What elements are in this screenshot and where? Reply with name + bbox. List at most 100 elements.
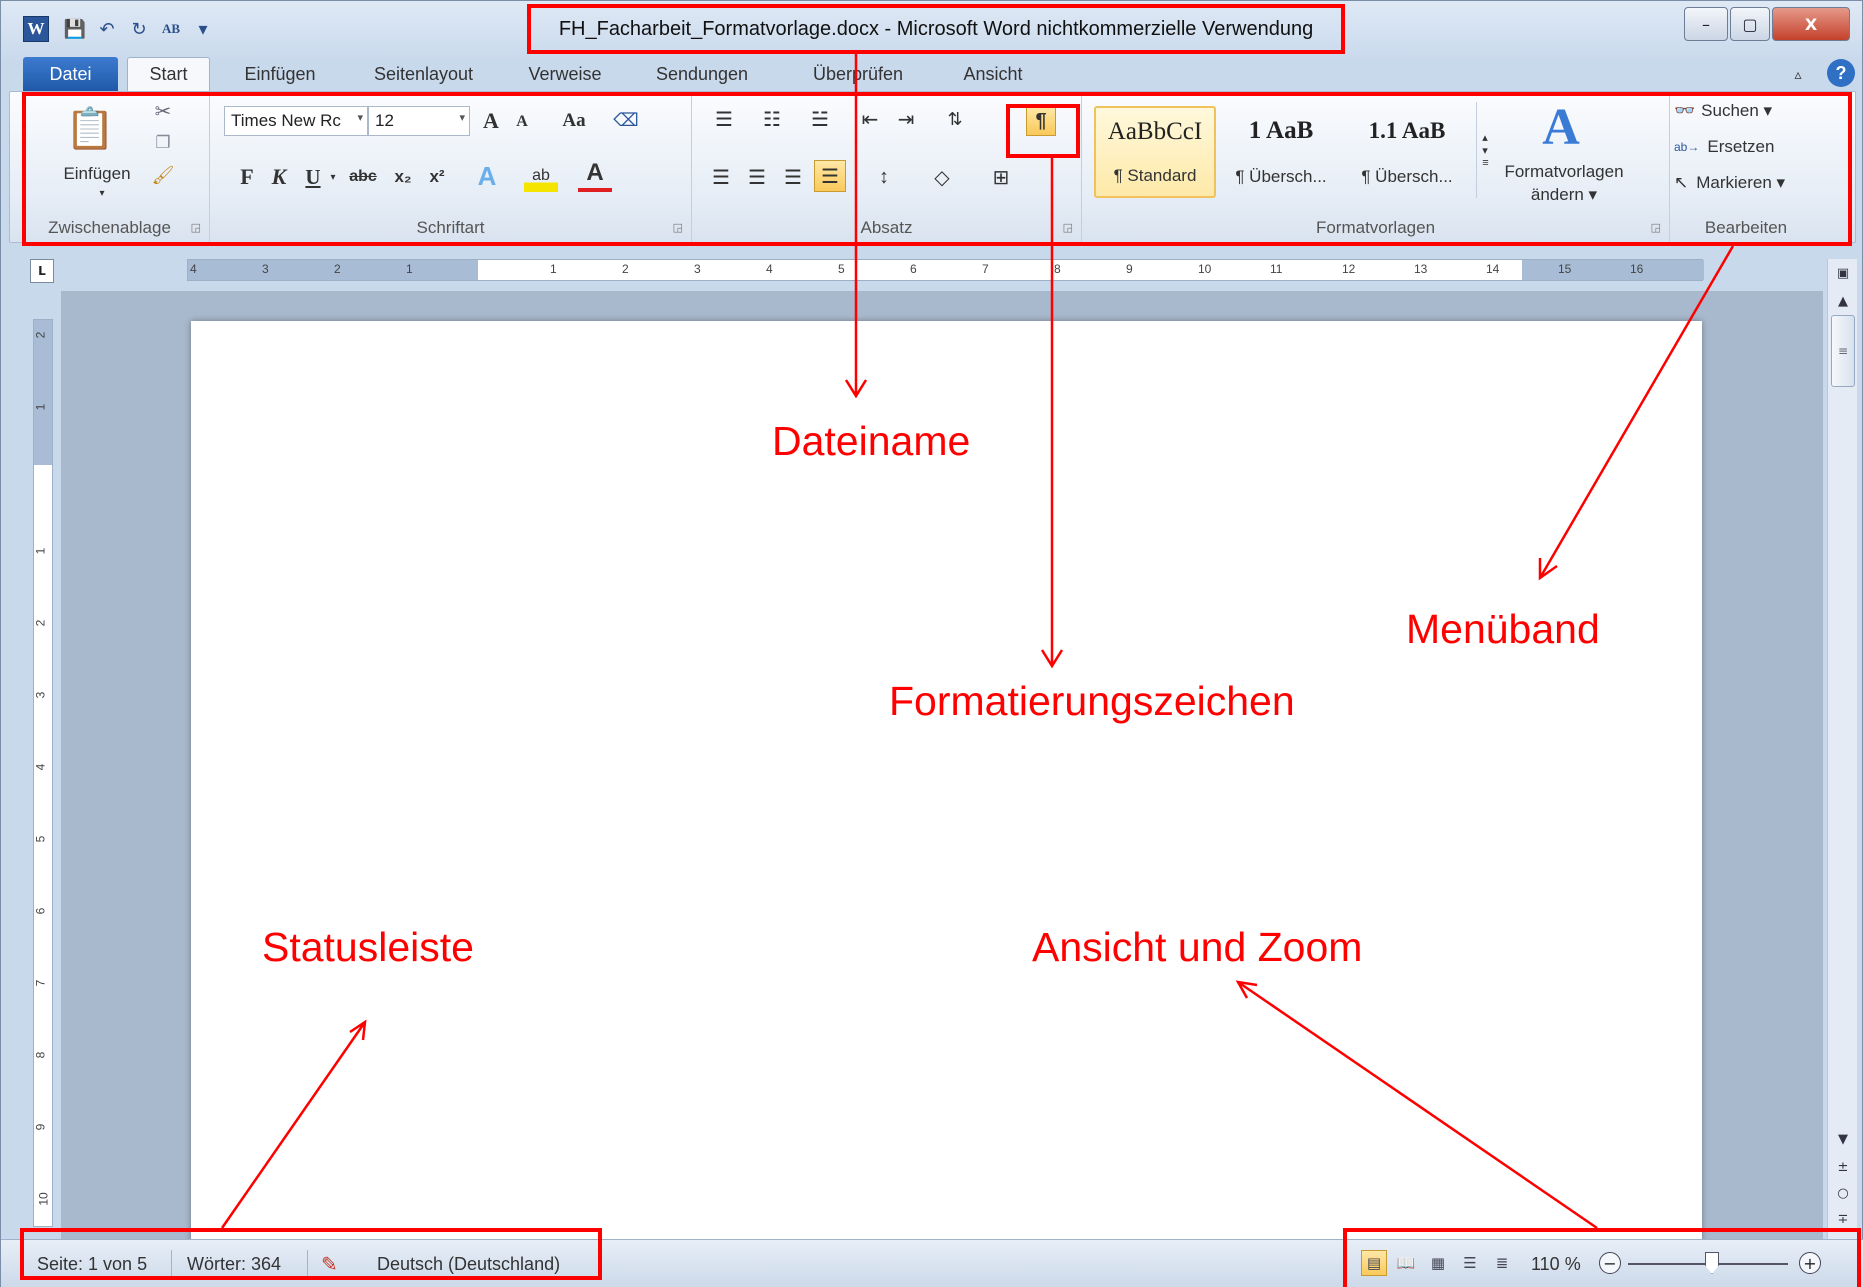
outline-icon[interactable]: ☰ bbox=[1457, 1250, 1483, 1276]
decrease-indent-icon[interactable]: ⇤ bbox=[854, 104, 886, 134]
font-launcher-icon[interactable]: ◲ bbox=[673, 221, 683, 234]
scroll-thumb[interactable]: ≡ bbox=[1831, 315, 1855, 387]
tab-selector[interactable]: L bbox=[30, 259, 54, 283]
clipboard-launcher-icon[interactable]: ◲ bbox=[191, 221, 201, 234]
shading-icon[interactable]: ◇ bbox=[918, 162, 966, 192]
paste-dropdown-icon[interactable]: ▾ bbox=[92, 186, 112, 200]
zoom-slider-thumb[interactable] bbox=[1705, 1252, 1719, 1274]
ruler-toggle-icon[interactable]: ▣ bbox=[1831, 261, 1855, 285]
tab-file[interactable]: Datei bbox=[23, 57, 118, 91]
font-color-button[interactable]: A bbox=[578, 158, 612, 192]
paragraph-launcher-icon[interactable]: ◲ bbox=[1063, 221, 1073, 234]
tab-layout[interactable]: Seitenlayout bbox=[356, 57, 491, 91]
zoom-level[interactable]: 110 % bbox=[1531, 1250, 1581, 1278]
numbering-icon[interactable]: ☷ bbox=[752, 104, 792, 134]
line-spacing-icon[interactable]: ↕ bbox=[864, 162, 904, 192]
sort-icon[interactable]: ⇅ bbox=[938, 104, 972, 134]
style-heading-2[interactable]: 1.1 AaB ¶ Übersch... bbox=[1346, 106, 1468, 198]
vertical-scrollbar[interactable]: ▣ ▲ ≡ ▼ ± ○ ∓ bbox=[1827, 259, 1857, 1239]
style-standard[interactable]: AaBbCcI ¶ Standard bbox=[1094, 106, 1216, 198]
group-label-editing: Bearbeiten bbox=[1704, 218, 1788, 237]
align-left-icon[interactable]: ☰ bbox=[706, 162, 736, 192]
subscript-button[interactable]: x₂ bbox=[388, 162, 418, 192]
spelling-icon[interactable]: AB bbox=[159, 16, 183, 42]
tab-start[interactable]: Start bbox=[127, 57, 210, 91]
tab-review[interactable]: Überprüfen bbox=[797, 57, 919, 91]
maximize-button[interactable]: ▢ bbox=[1730, 7, 1770, 41]
scroll-down-icon[interactable]: ▼ bbox=[1831, 1127, 1855, 1151]
copy-icon[interactable]: ❐ bbox=[150, 130, 176, 156]
web-layout-icon[interactable]: ▦ bbox=[1425, 1250, 1451, 1276]
paste-icon[interactable]: 📋 bbox=[60, 100, 120, 156]
format-painter-icon[interactable]: 🖌 bbox=[150, 162, 176, 188]
page-count[interactable]: Seite: 1 von 5 bbox=[37, 1250, 147, 1278]
redo-icon[interactable]: ↻ bbox=[127, 16, 151, 42]
font-name-combo[interactable]: Times New Rc ▾ bbox=[224, 106, 368, 136]
full-screen-reading-icon[interactable]: 📖 bbox=[1393, 1250, 1419, 1276]
minimize-button[interactable]: – bbox=[1684, 7, 1728, 41]
bullets-icon[interactable]: ☰ bbox=[704, 104, 744, 134]
change-styles-icon[interactable]: A bbox=[1526, 98, 1596, 156]
language-indicator[interactable]: Deutsch (Deutschland) bbox=[377, 1250, 560, 1278]
save-icon[interactable]: 💾 bbox=[63, 16, 87, 42]
label-formatting-marks: Formatierungszeichen bbox=[889, 678, 1295, 724]
select-button[interactable]: ↖ Markieren ▾ bbox=[1674, 168, 1820, 198]
show-formatting-marks-button[interactable]: ¶ bbox=[1026, 106, 1056, 136]
scroll-up-icon[interactable]: ▲ bbox=[1831, 289, 1855, 313]
align-right-icon[interactable]: ☰ bbox=[778, 162, 808, 192]
increase-indent-icon[interactable]: ⇥ bbox=[890, 104, 922, 134]
change-styles-button-line2[interactable]: ändern ▾ bbox=[1494, 184, 1634, 206]
bold-button[interactable]: F bbox=[234, 162, 260, 192]
paste-button[interactable]: Einfügen bbox=[52, 160, 142, 188]
font-name-dropdown-icon[interactable]: ▾ bbox=[357, 111, 363, 124]
text-effects-button[interactable]: A bbox=[470, 160, 504, 192]
help-icon[interactable]: ? bbox=[1827, 59, 1855, 87]
collapse-ribbon-icon[interactable]: ▵ bbox=[1787, 57, 1809, 91]
tab-insert[interactable]: Einfügen bbox=[226, 57, 334, 91]
browse-object-icon[interactable]: ○ bbox=[1831, 1181, 1855, 1205]
italic-button[interactable]: K bbox=[266, 162, 292, 192]
next-page-icon[interactable]: ∓ bbox=[1831, 1207, 1855, 1231]
highlight-button[interactable]: ab bbox=[524, 160, 558, 192]
underline-dropdown-icon[interactable]: ▾ bbox=[326, 162, 340, 192]
proofing-icon[interactable]: ✎ bbox=[321, 1250, 338, 1278]
close-button[interactable]: X bbox=[1772, 7, 1850, 41]
font-size-combo[interactable]: 12 ▾ bbox=[368, 106, 470, 136]
draft-icon[interactable]: ≣ bbox=[1489, 1250, 1515, 1276]
borders-icon[interactable]: ⊞ bbox=[978, 162, 1024, 192]
customize-qat-icon[interactable]: ▾ bbox=[191, 16, 215, 42]
find-label: Suchen ▾ bbox=[1701, 101, 1773, 120]
change-styles-button[interactable]: Formatvorlagen bbox=[1494, 160, 1634, 184]
strikethrough-button[interactable]: abc bbox=[344, 162, 382, 192]
tab-references[interactable]: Verweise bbox=[515, 57, 615, 91]
styles-launcher-icon[interactable]: ◲ bbox=[1651, 221, 1661, 234]
clear-formatting-icon[interactable]: ⌫ bbox=[610, 104, 642, 136]
grow-font-button[interactable]: A bbox=[476, 106, 506, 136]
undo-icon[interactable]: ↶ bbox=[95, 16, 119, 42]
tab-view[interactable]: Ansicht bbox=[947, 57, 1039, 91]
change-case-button[interactable]: Aa bbox=[550, 106, 598, 136]
styles-scroll-icon[interactable]: ▴ ▾ ≡ bbox=[1476, 102, 1494, 198]
align-center-icon[interactable]: ☰ bbox=[742, 162, 772, 192]
underline-button[interactable]: U bbox=[300, 162, 326, 192]
word-app-icon[interactable]: W bbox=[23, 16, 49, 42]
multilevel-list-icon[interactable]: ☱ bbox=[800, 104, 840, 134]
justify-icon[interactable]: ☰ bbox=[814, 160, 846, 192]
word-count[interactable]: Wörter: 364 bbox=[187, 1250, 281, 1278]
previous-page-icon[interactable]: ± bbox=[1831, 1155, 1855, 1179]
zoom-out-icon[interactable]: − bbox=[1599, 1252, 1621, 1274]
group-label-styles: Formatvorlagen bbox=[1315, 218, 1436, 237]
superscript-button[interactable]: x² bbox=[422, 162, 452, 192]
replace-button[interactable]: ab→ Ersetzen bbox=[1674, 132, 1814, 162]
style-heading-1[interactable]: 1 AaB ¶ Übersch... bbox=[1220, 106, 1342, 198]
font-size-dropdown-icon[interactable]: ▾ bbox=[459, 111, 465, 124]
horizontal-ruler[interactable]: 4 3 2 1 1 2 3 4 5 6 7 8 9 10 11 12 13 14 15 16 bbox=[187, 259, 1704, 281]
binoculars-icon: 👓 bbox=[1674, 101, 1696, 120]
print-layout-icon[interactable]: ▤ bbox=[1361, 1250, 1387, 1276]
find-button[interactable]: 👓 Suchen ▾ bbox=[1674, 96, 1814, 126]
cut-icon[interactable]: ✂ bbox=[150, 98, 176, 124]
zoom-in-icon[interactable]: + bbox=[1799, 1252, 1821, 1274]
shrink-font-button[interactable]: A bbox=[508, 108, 536, 136]
tab-mailings[interactable]: Sendungen bbox=[641, 57, 763, 91]
vertical-ruler[interactable]: 2 1 1 2 3 4 5 6 7 8 9 10 bbox=[33, 319, 53, 1227]
